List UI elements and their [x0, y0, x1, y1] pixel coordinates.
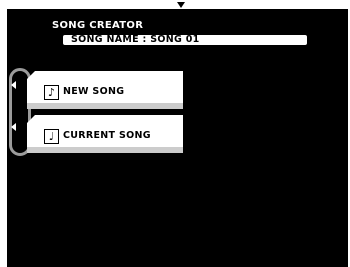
lcd-screen: SONG CREATOR SONG NAME : SONG 01 ♪ NEW S…	[7, 9, 348, 267]
panel-shade	[27, 103, 183, 109]
menu-item-label: NEW SONG	[63, 86, 125, 97]
note-glyph: ♩	[48, 130, 55, 143]
song-name-text: SONG NAME : SONG 01	[71, 34, 200, 45]
panel-shade	[27, 147, 183, 153]
note-icon: ♪	[44, 85, 59, 100]
note-icon: ♩	[44, 129, 59, 144]
left-arrow-icon-1[interactable]	[11, 81, 16, 89]
song-name-bar[interactable]: SONG NAME : SONG 01	[63, 34, 307, 45]
left-arrow-icon-2[interactable]	[11, 123, 16, 131]
note-glyph: ♪	[47, 86, 56, 99]
menu-item-new-song[interactable]: ♪ NEW SONG	[27, 71, 183, 109]
screen-title: SONG CREATOR	[52, 20, 144, 31]
top-marker-icon	[177, 2, 185, 8]
menu-item-label: CURRENT SONG	[63, 130, 151, 141]
menu-item-current-song[interactable]: ♩ CURRENT SONG	[27, 115, 183, 153]
